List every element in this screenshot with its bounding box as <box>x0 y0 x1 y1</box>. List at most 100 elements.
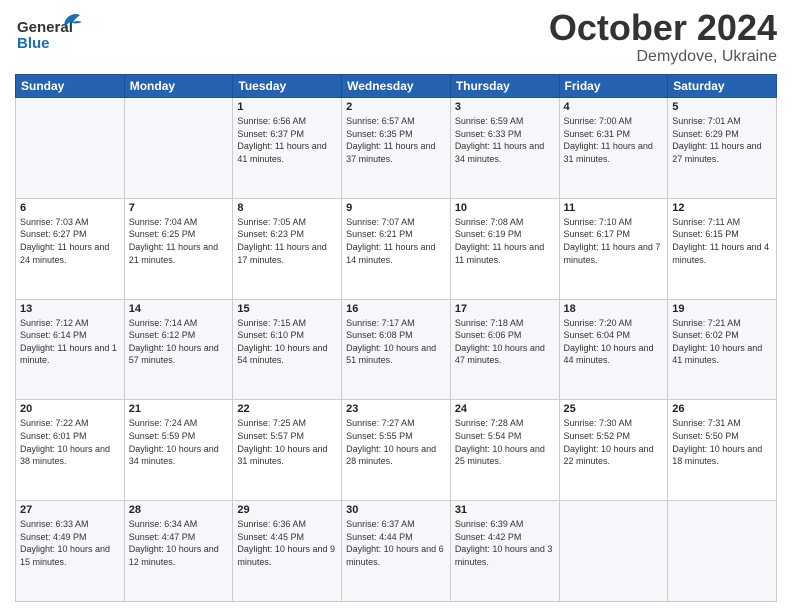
calendar-cell <box>559 501 668 602</box>
calendar-cell: 23 Sunrise: 7:27 AM Sunset: 5:55 PM Dayli… <box>342 400 451 501</box>
day-number: 28 <box>129 504 229 516</box>
day-info: Sunrise: 7:11 AM Sunset: 6:15 PM Dayligh… <box>672 216 772 266</box>
day-header-sunday: Sunday <box>16 75 125 98</box>
day-info: Sunrise: 6:57 AM Sunset: 6:35 PM Dayligh… <box>346 115 446 165</box>
calendar-cell: 2 Sunrise: 6:57 AM Sunset: 6:35 PM Daylig… <box>342 98 451 199</box>
day-info: Sunrise: 7:05 AM Sunset: 6:23 PM Dayligh… <box>237 216 337 266</box>
header: General Blue October 2024 Demydove, Ukra… <box>15 10 777 66</box>
day-header-monday: Monday <box>124 75 233 98</box>
day-info: Sunrise: 7:03 AM Sunset: 6:27 PM Dayligh… <box>20 216 120 266</box>
day-number: 4 <box>564 101 664 113</box>
day-number: 23 <box>346 403 446 415</box>
calendar-header-row: SundayMondayTuesdayWednesdayThursdayFrid… <box>16 75 777 98</box>
day-info: Sunrise: 7:21 AM Sunset: 6:02 PM Dayligh… <box>672 317 772 367</box>
day-info: Sunrise: 6:36 AM Sunset: 4:45 PM Dayligh… <box>237 518 337 568</box>
calendar-cell: 11Sunrise: 7:10 AM Sunset: 6:17 PM Dayli… <box>559 198 668 299</box>
day-number: 2 <box>346 101 446 113</box>
day-number: 25 <box>564 403 664 415</box>
day-header-thursday: Thursday <box>450 75 559 98</box>
calendar-week-row: 27Sunrise: 6:33 AM Sunset: 4:49 PM Dayli… <box>16 501 777 602</box>
day-number: 30 <box>346 504 446 516</box>
location-subtitle: Demydove, Ukraine <box>549 48 777 66</box>
calendar-cell: 18 Sunrise: 7:20 AM Sunset: 6:04 PM Dayli… <box>559 299 668 400</box>
day-number: 31 <box>455 504 555 516</box>
calendar-week-row: 20 Sunrise: 7:22 AM Sunset: 6:01 PM Dayli… <box>16 400 777 501</box>
day-header-tuesday: Tuesday <box>233 75 342 98</box>
day-number: 8 <box>237 202 337 214</box>
day-info: Sunrise: 7:27 AM Sunset: 5:55 PM Dayligh… <box>346 417 446 467</box>
svg-text:Blue: Blue <box>17 35 50 52</box>
day-info: Sunrise: 7:18 AM Sunset: 6:06 PM Dayligh… <box>455 317 555 367</box>
calendar-cell: 24 Sunrise: 7:28 AM Sunset: 5:54 PM Dayli… <box>450 400 559 501</box>
day-number: 3 <box>455 101 555 113</box>
day-number: 9 <box>346 202 446 214</box>
page: General Blue October 2024 Demydove, Ukra… <box>0 0 792 612</box>
title-area: October 2024 Demydove, Ukraine <box>549 10 777 66</box>
calendar-cell: 7Sunrise: 7:04 AM Sunset: 6:25 PM Daylig… <box>124 198 233 299</box>
day-header-friday: Friday <box>559 75 668 98</box>
calendar-cell: 26Sunrise: 7:31 AM Sunset: 5:50 PM Dayli… <box>668 400 777 501</box>
calendar-cell: 3 Sunrise: 6:59 AM Sunset: 6:33 PM Daylig… <box>450 98 559 199</box>
day-info: Sunrise: 7:31 AM Sunset: 5:50 PM Dayligh… <box>672 417 772 467</box>
day-number: 16 <box>346 303 446 315</box>
calendar-cell: 17 Sunrise: 7:18 AM Sunset: 6:06 PM Dayli… <box>450 299 559 400</box>
day-info: Sunrise: 6:59 AM Sunset: 6:33 PM Dayligh… <box>455 115 555 165</box>
day-info: Sunrise: 7:04 AM Sunset: 6:25 PM Dayligh… <box>129 216 229 266</box>
day-number: 5 <box>672 101 772 113</box>
logo-icon: General Blue <box>15 10 85 55</box>
day-info: Sunrise: 6:33 AM Sunset: 4:49 PM Dayligh… <box>20 518 120 568</box>
day-header-saturday: Saturday <box>668 75 777 98</box>
calendar-cell: 20 Sunrise: 7:22 AM Sunset: 6:01 PM Dayli… <box>16 400 125 501</box>
calendar-cell: 8 Sunrise: 7:05 AM Sunset: 6:23 PM Daylig… <box>233 198 342 299</box>
svg-text:General: General <box>17 19 73 36</box>
calendar-cell: 25 Sunrise: 7:30 AM Sunset: 5:52 PM Dayli… <box>559 400 668 501</box>
day-number: 19 <box>672 303 772 315</box>
day-number: 24 <box>455 403 555 415</box>
calendar-cell: 5 Sunrise: 7:01 AM Sunset: 6:29 PM Daylig… <box>668 98 777 199</box>
calendar-cell: 14 Sunrise: 7:14 AM Sunset: 6:12 PM Dayli… <box>124 299 233 400</box>
day-info: Sunrise: 6:56 AM Sunset: 6:37 PM Dayligh… <box>237 115 337 165</box>
day-info: Sunrise: 7:25 AM Sunset: 5:57 PM Dayligh… <box>237 417 337 467</box>
calendar-cell <box>668 501 777 602</box>
day-number: 13 <box>20 303 120 315</box>
day-info: Sunrise: 6:39 AM Sunset: 4:42 PM Dayligh… <box>455 518 555 568</box>
calendar-cell: 31 Sunrise: 6:39 AM Sunset: 4:42 PM Dayli… <box>450 501 559 602</box>
day-number: 12 <box>672 202 772 214</box>
day-number: 1 <box>237 101 337 113</box>
calendar-cell <box>124 98 233 199</box>
day-info: Sunrise: 7:08 AM Sunset: 6:19 PM Dayligh… <box>455 216 555 266</box>
calendar-cell: 12 Sunrise: 7:11 AM Sunset: 6:15 PM Dayli… <box>668 198 777 299</box>
calendar-cell: 19 Sunrise: 7:21 AM Sunset: 6:02 PM Dayli… <box>668 299 777 400</box>
day-info: Sunrise: 7:22 AM Sunset: 6:01 PM Dayligh… <box>20 417 120 467</box>
day-number: 10 <box>455 202 555 214</box>
day-info: Sunrise: 7:17 AM Sunset: 6:08 PM Dayligh… <box>346 317 446 367</box>
day-number: 20 <box>20 403 120 415</box>
day-number: 21 <box>129 403 229 415</box>
logo: General Blue <box>15 10 85 60</box>
calendar-cell: 21Sunrise: 7:24 AM Sunset: 5:59 PM Dayli… <box>124 400 233 501</box>
calendar-cell: 1 Sunrise: 6:56 AM Sunset: 6:37 PM Daylig… <box>233 98 342 199</box>
day-info: Sunrise: 7:30 AM Sunset: 5:52 PM Dayligh… <box>564 417 664 467</box>
day-info: Sunrise: 7:14 AM Sunset: 6:12 PM Dayligh… <box>129 317 229 367</box>
calendar-cell: 28Sunrise: 6:34 AM Sunset: 4:47 PM Dayli… <box>124 501 233 602</box>
day-info: Sunrise: 7:28 AM Sunset: 5:54 PM Dayligh… <box>455 417 555 467</box>
calendar-cell: 16 Sunrise: 7:17 AM Sunset: 6:08 PM Dayli… <box>342 299 451 400</box>
calendar-week-row: 6Sunrise: 7:03 AM Sunset: 6:27 PM Daylig… <box>16 198 777 299</box>
day-info: Sunrise: 6:37 AM Sunset: 4:44 PM Dayligh… <box>346 518 446 568</box>
day-number: 22 <box>237 403 337 415</box>
day-number: 17 <box>455 303 555 315</box>
calendar-cell <box>16 98 125 199</box>
calendar-table: SundayMondayTuesdayWednesdayThursdayFrid… <box>15 74 777 602</box>
day-info: Sunrise: 7:01 AM Sunset: 6:29 PM Dayligh… <box>672 115 772 165</box>
calendar-cell: 13Sunrise: 7:12 AM Sunset: 6:14 PM Dayli… <box>16 299 125 400</box>
day-number: 14 <box>129 303 229 315</box>
day-info: Sunrise: 7:10 AM Sunset: 6:17 PM Dayligh… <box>564 216 664 266</box>
day-number: 18 <box>564 303 664 315</box>
calendar-cell: 29Sunrise: 6:36 AM Sunset: 4:45 PM Dayli… <box>233 501 342 602</box>
day-number: 15 <box>237 303 337 315</box>
calendar-week-row: 13Sunrise: 7:12 AM Sunset: 6:14 PM Dayli… <box>16 299 777 400</box>
day-info: Sunrise: 7:00 AM Sunset: 6:31 PM Dayligh… <box>564 115 664 165</box>
calendar-week-row: 1 Sunrise: 6:56 AM Sunset: 6:37 PM Daylig… <box>16 98 777 199</box>
calendar-cell: 10 Sunrise: 7:08 AM Sunset: 6:19 PM Dayli… <box>450 198 559 299</box>
day-info: Sunrise: 7:20 AM Sunset: 6:04 PM Dayligh… <box>564 317 664 367</box>
